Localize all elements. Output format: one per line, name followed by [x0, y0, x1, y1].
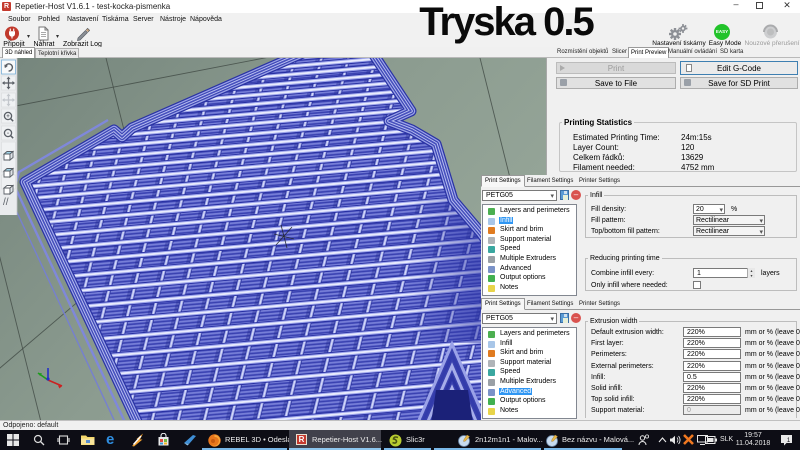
- svg-text:+: +: [6, 114, 10, 120]
- svg-text://: //: [3, 197, 9, 208]
- svg-text:-: -: [7, 131, 9, 137]
